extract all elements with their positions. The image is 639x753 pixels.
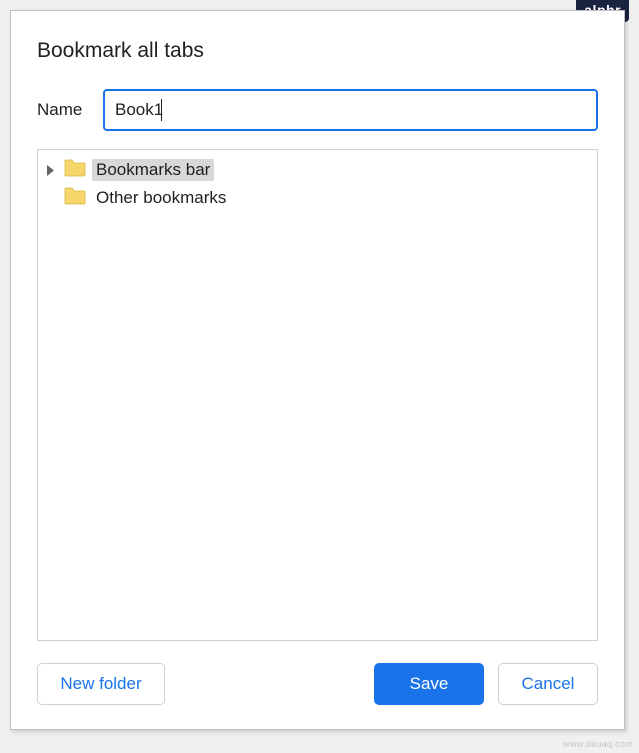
button-row: New folder Save Cancel <box>37 663 598 705</box>
folder-tree[interactable]: Bookmarks bar Other bookmarks <box>37 149 598 641</box>
name-label: Name <box>37 100 87 120</box>
tree-item-label: Bookmarks bar <box>92 159 214 181</box>
dialog-title: Bookmark all tabs <box>37 39 598 63</box>
tree-item-label: Other bookmarks <box>92 187 230 209</box>
text-cursor <box>161 99 162 121</box>
expand-icon[interactable] <box>42 162 58 178</box>
name-row: Name <box>37 89 598 131</box>
new-folder-button[interactable]: New folder <box>37 663 165 705</box>
folder-icon <box>64 159 86 182</box>
tree-row-bookmarks-bar[interactable]: Bookmarks bar <box>42 156 593 184</box>
watermark: www.deuaq.com <box>563 739 633 749</box>
name-input-wrap <box>103 89 598 131</box>
folder-icon <box>64 187 86 210</box>
save-button[interactable]: Save <box>374 663 484 705</box>
name-input[interactable] <box>103 89 598 131</box>
tree-row-other-bookmarks[interactable]: Other bookmarks <box>42 184 593 212</box>
bookmark-all-tabs-dialog: Bookmark all tabs Name Bookmarks bar <box>10 10 625 730</box>
cancel-button[interactable]: Cancel <box>498 663 598 705</box>
